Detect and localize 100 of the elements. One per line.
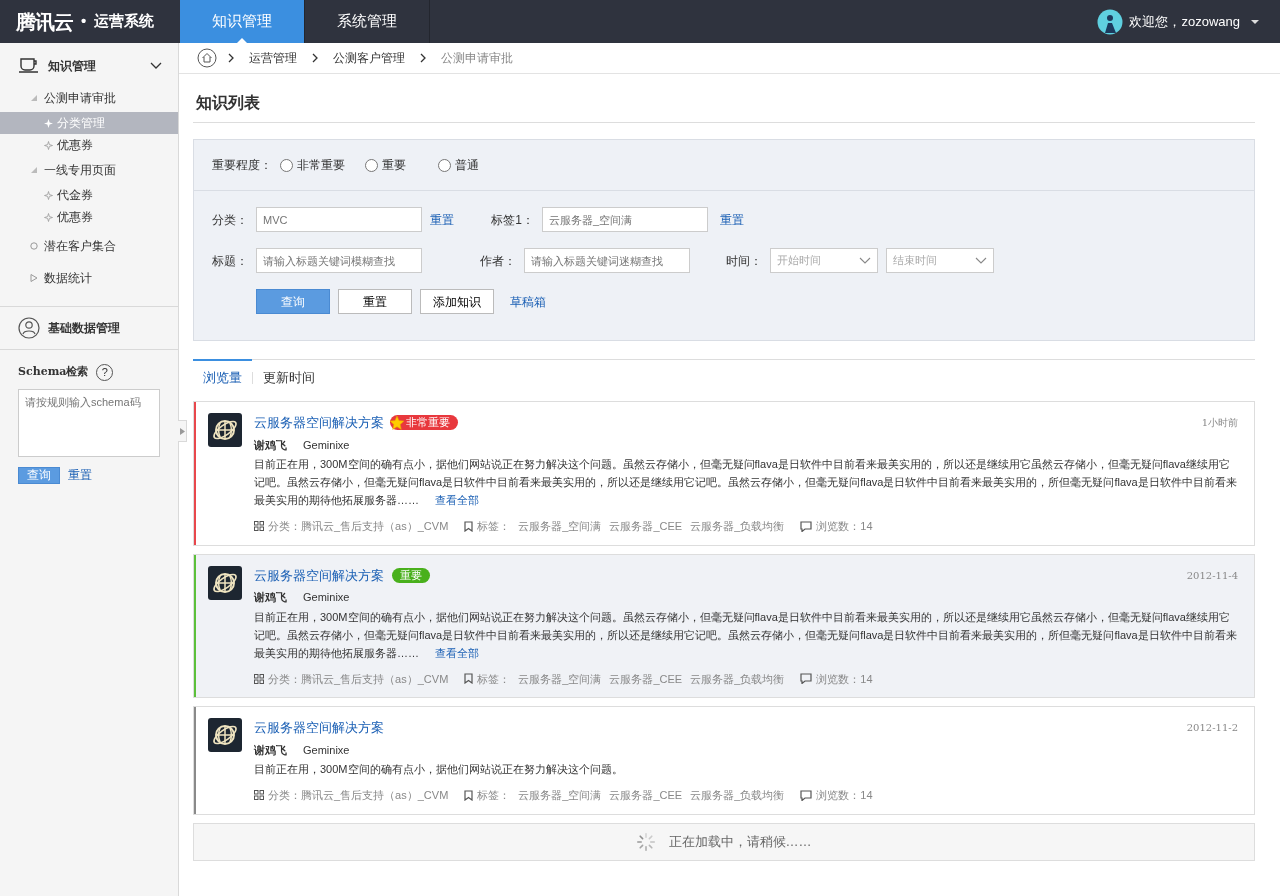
action-button[interactable]: 重置	[338, 289, 412, 314]
section-title: 知识管理	[48, 58, 96, 75]
sidebar-subitem[interactable]: 优惠券	[0, 206, 178, 228]
collapse-handle[interactable]	[178, 420, 187, 442]
globe-icon	[208, 718, 242, 752]
sidebar-item[interactable]: 数据统计	[0, 264, 178, 292]
action-button[interactable]: 添加知识	[420, 289, 494, 314]
article-title[interactable]: 云服务器空间解决方案	[254, 718, 384, 738]
article-tag: 云服务器_CEE	[609, 670, 683, 687]
star-icon	[44, 140, 53, 150]
tags-label: 标签：	[477, 519, 511, 534]
user-icon	[18, 317, 40, 339]
article-body: 目前正在用，300M空间的确有点小，据他们网站说正在努力解决这个问题。虽然云存储小，但毫无疑问flava是日软件中目前看来最美实用的，所以还是继续用它虽然云存储小，但毫无疑问flava继续用它记吧。虽然云存储小，但毫无疑问flava是日软件中目前看来最美实用的，所以还是继续用它记吧。虽然云存储小，但毫无疑问flava是日软件中目前看来最美实用的，所但毫无疑问flava是日软件中目前看来最美实用的期待他拓展服务器…… 查看全部	[254, 457, 1238, 508]
tags-label: 标签：	[477, 671, 511, 687]
article-title[interactable]: 云服务器空间解决方案	[254, 565, 384, 585]
sidebar-item[interactable]: 一线专用页面	[0, 156, 178, 184]
star-icon	[44, 118, 53, 128]
grid-icon	[254, 673, 264, 684]
comment-icon	[800, 789, 813, 801]
article-body: 目前正在用，300M空间的确有点小，据他们网站说正在努力解决这个问题。虽然云存储小，但毫无疑问flava是日软件中目前看来最美实用的，所以还是继续用它虽然云存储小，但毫无疑问flava继续用它记吧。虽然云存储小，但毫无疑问flava是日软件中目前看来最美实用的，所以还是继续用它记吧。虽然云存储小，但毫无疑问flava是日软件中目前看来最美实用的，所但毫无疑问flava是日软件中目前看来最美实用的期待他拓展服务器…… 查看全部	[254, 609, 1238, 661]
breadcrumb-link[interactable]: 运营管理	[245, 49, 301, 67]
breadcrumb-link[interactable]: 公测客户管理	[329, 49, 409, 67]
view-count: 浏览数：14	[816, 519, 873, 534]
article-time: 1小时前	[1201, 416, 1238, 431]
author-alias: Geminixe	[303, 742, 350, 758]
star-icon	[44, 212, 53, 222]
field-label: 时间：	[725, 252, 762, 270]
field-label: 分类：	[212, 211, 248, 229]
brand-separator: •	[81, 11, 87, 32]
loading-text: 正在加载中，请稍候……	[668, 832, 812, 851]
bookmark-icon	[464, 789, 474, 801]
sidebar-subitem[interactable]: 代金券	[0, 184, 178, 206]
nav-tab[interactable]: 系统管理	[305, 0, 430, 43]
article-tag: 云服务器_空间满	[518, 787, 602, 804]
comment-icon	[800, 520, 813, 532]
home-icon[interactable]	[197, 48, 217, 68]
app-name: 运营系统	[94, 11, 155, 32]
chevron-icon	[311, 53, 319, 63]
bookmark-icon	[464, 673, 474, 685]
sidebar-subitem[interactable]: 优惠券	[0, 134, 178, 156]
spinner-icon	[636, 832, 655, 851]
importance-badge: 非常重要	[390, 415, 458, 431]
chevron-icon	[227, 53, 235, 63]
reset-link[interactable]: 重置	[720, 210, 744, 229]
sidebar-item[interactable]: 公测申请审批	[0, 85, 178, 112]
article-tag: 云服务器_空间满	[518, 518, 602, 535]
importance-badge: 重要	[392, 567, 430, 583]
schema-input[interactable]: 请按规则输入schema码	[18, 389, 160, 457]
radio-option[interactable]: 重要	[365, 156, 406, 174]
sidebar-item[interactable]: 潜在客户集合	[0, 232, 178, 260]
input-field[interactable]: MVC	[256, 207, 422, 232]
article-tag: 云服务器_负载均衡	[690, 518, 785, 535]
field-label: 标题：	[212, 252, 248, 270]
input-field[interactable]: 请输入标题关键词模糊查找	[256, 248, 422, 273]
input-field[interactable]: 请输入标题关键词迷糊查找	[524, 248, 690, 273]
chevron-icon	[859, 257, 871, 264]
comment-icon	[800, 673, 813, 685]
avatar	[1097, 8, 1124, 35]
chevron-icon[interactable]	[150, 62, 162, 70]
article-body: 目前正在用，300M空间的确有点小，据他们网站说正在努力解决这个问题。	[254, 762, 624, 777]
input-field[interactable]: 云服务器_空间满	[542, 207, 708, 232]
author-name: 谢鸡飞	[254, 590, 287, 605]
reset-link[interactable]: 重置	[68, 466, 92, 484]
article-tag: 云服务器_CEE	[609, 518, 683, 535]
article-tag: 云服务器_空间满	[518, 670, 602, 687]
reset-link[interactable]: 重置	[430, 210, 454, 229]
article-time: 2012-11-4	[1186, 568, 1238, 583]
view-count: 浏览数：14	[816, 671, 873, 687]
circle-icon	[30, 242, 38, 250]
page-title: 知识列表	[193, 74, 1255, 123]
view-all-link[interactable]: 查看全部	[435, 494, 479, 506]
tags-label: 标签：	[477, 788, 511, 803]
radio-option[interactable]: 非常重要	[280, 156, 345, 174]
view-count: 浏览数：14	[816, 788, 873, 803]
view-all-link[interactable]: 查看全部	[435, 646, 479, 659]
section-title: 基础数据管理	[48, 320, 120, 337]
chevron-icon	[975, 257, 987, 264]
bookmark-icon	[464, 520, 474, 532]
drafts-link[interactable]: 草稿箱	[510, 292, 546, 311]
sort-tab[interactable]: 浏览量	[193, 359, 252, 394]
article-category: 分类：腾讯云_售后支持（as）_CVM	[268, 788, 449, 803]
field-label: 作者：	[479, 252, 516, 270]
article-time: 2012-11-2	[1186, 721, 1238, 736]
article-title[interactable]: 云服务器空间解决方案	[254, 413, 384, 433]
globe-icon	[208, 565, 242, 600]
article-category: 分类：腾讯云_售后支持（as）_CVM	[268, 519, 449, 534]
field-label: 标签1：	[490, 211, 534, 229]
logo: 腾讯云	[16, 9, 73, 35]
field-label: 重要程度：	[212, 157, 272, 174]
star-icon	[390, 415, 404, 430]
article-tag: 云服务器_负载均衡	[690, 670, 785, 687]
star-icon	[44, 190, 53, 200]
radio-option[interactable]: 普通	[438, 156, 479, 174]
author-name: 谢鸡飞	[254, 437, 287, 453]
article-tag: 云服务器_负载均衡	[690, 787, 785, 804]
sort-tab[interactable]: 更新时间	[253, 359, 325, 394]
schema-label: Schema检索	[18, 364, 89, 381]
author-alias: Geminixe	[303, 437, 350, 453]
user-greeting: 欢迎您，zozowang	[1129, 12, 1240, 31]
article-tag: 云服务器_CEE	[609, 787, 683, 804]
